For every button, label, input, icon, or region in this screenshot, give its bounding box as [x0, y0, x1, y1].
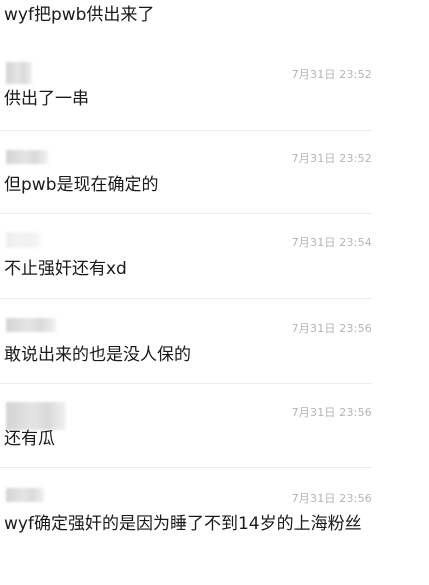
blurred-avatar [6, 488, 44, 502]
comment-text: 不止强奸还有xd [4, 259, 127, 279]
comment-text: wyf确定强奸的是因为睡了不到14岁的上海粉丝 [4, 514, 362, 534]
comment-timestamp: 7月31日 23:54 [291, 236, 372, 249]
blurred-avatar [6, 318, 56, 332]
comment-text: 还有瓜 [4, 429, 55, 449]
comment-text: 供出了一串 [4, 89, 89, 109]
comment-text: 但pwb是现在确定的 [4, 175, 159, 195]
blurred-avatar [6, 150, 48, 164]
divider [0, 298, 372, 299]
blurred-avatar [6, 232, 40, 248]
previous-comment-text: wyf把pwb供出来了 [4, 5, 155, 25]
divider [0, 213, 372, 214]
comment-timestamp: 7月31日 23:56 [291, 406, 372, 419]
divider [0, 130, 372, 131]
comment-text: 敢说出来的也是没人保的 [4, 345, 191, 365]
divider [0, 383, 372, 384]
comment-item: 7月31日 23:54 不止强奸还有xd [0, 228, 372, 296]
comment-item: 7月31日 23:56 敢说出来的也是没人保的 [0, 312, 372, 380]
comment-item: 7月31日 23:52 但pwb是现在确定的 [0, 144, 372, 212]
comment-timestamp: 7月31日 23:52 [291, 68, 372, 81]
comment-item: 7月31日 23:56 wyf确定强奸的是因为睡了不到14岁的上海粉丝 [0, 482, 372, 582]
divider [0, 467, 372, 468]
comment-timestamp: 7月31日 23:56 [291, 492, 372, 505]
comment-item: 7月31日 23:56 还有瓜 [0, 398, 372, 466]
comment-item: 7月31日 23:52 供出了一串 [0, 60, 372, 128]
comment-timestamp: 7月31日 23:52 [291, 152, 372, 165]
blurred-avatar [6, 62, 32, 84]
comment-timestamp: 7月31日 23:56 [291, 322, 372, 335]
